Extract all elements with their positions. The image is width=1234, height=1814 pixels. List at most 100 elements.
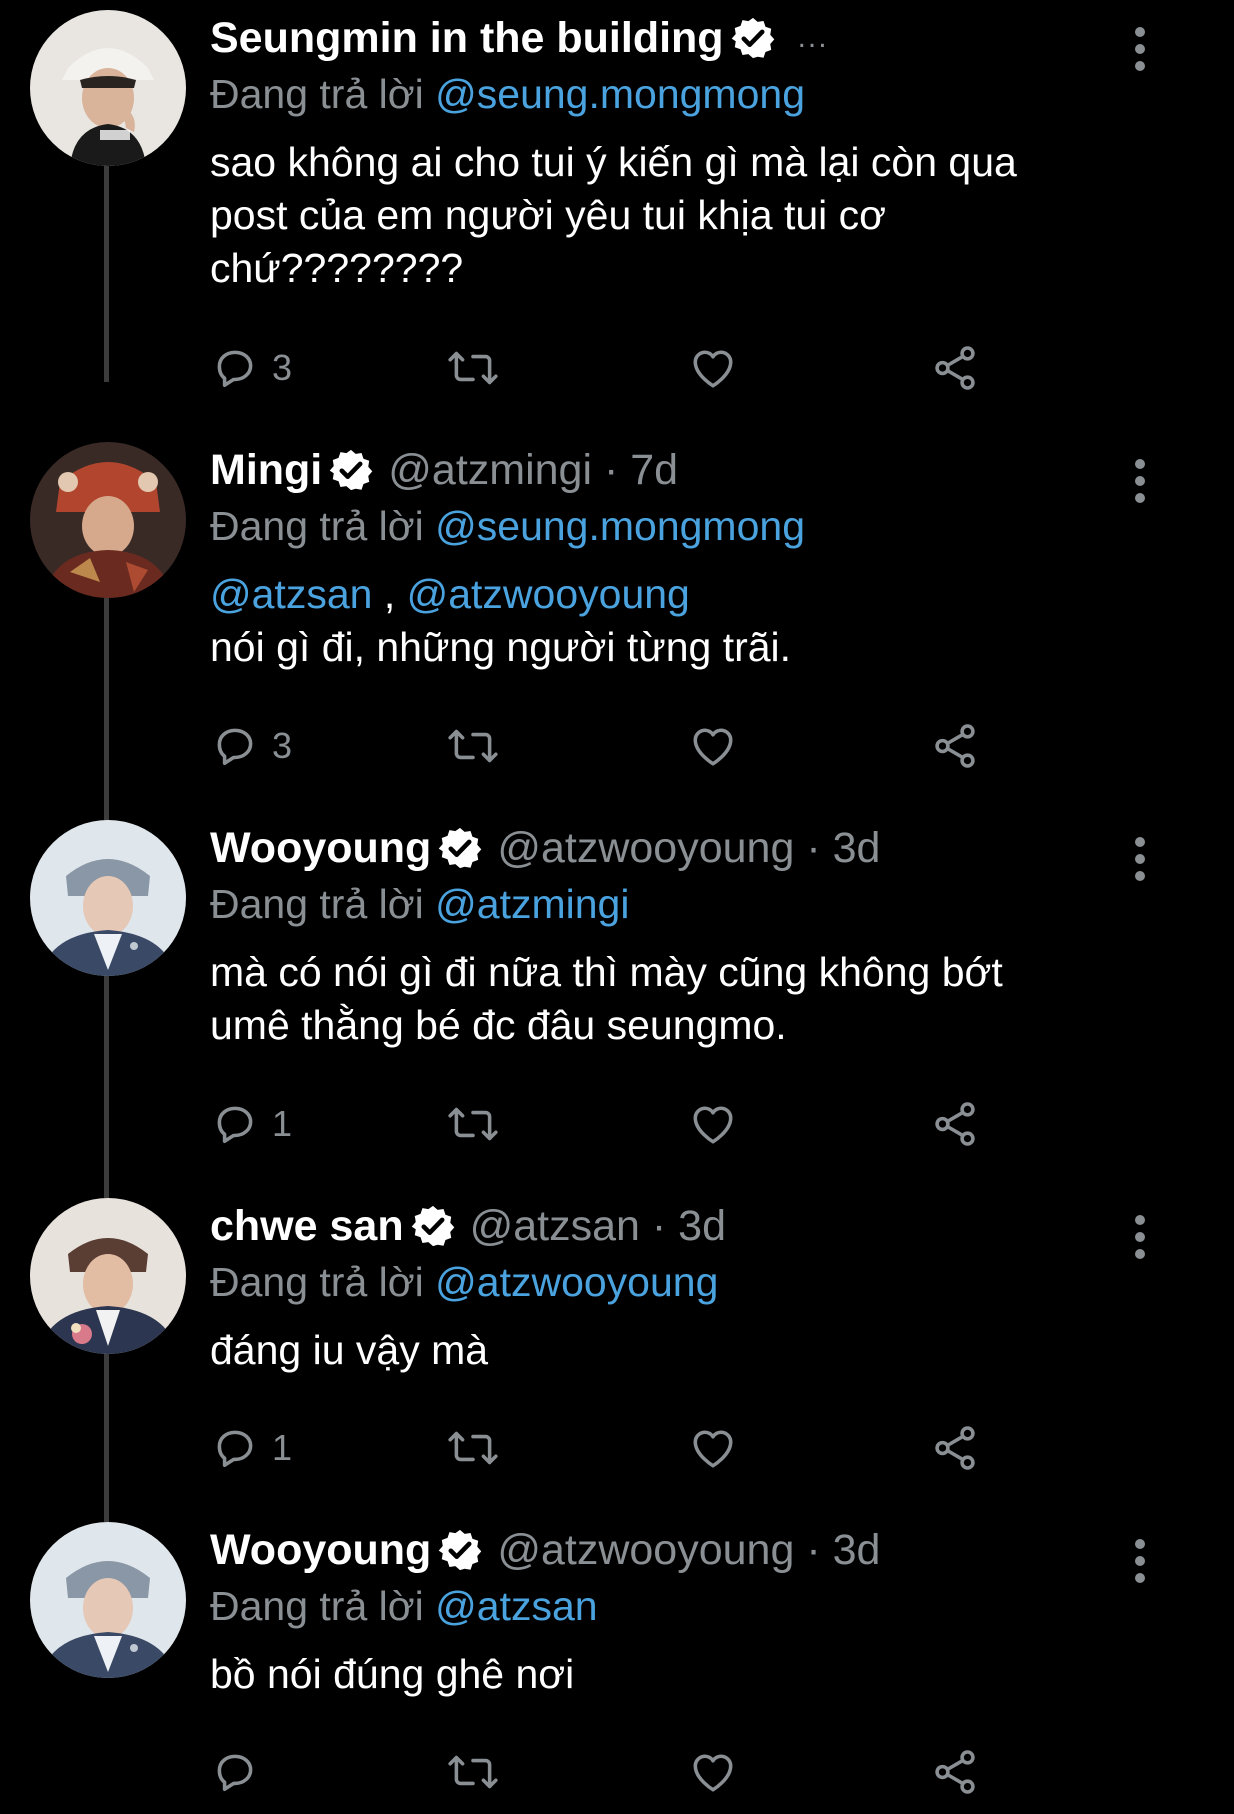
more-vertical-icon[interactable] [1126, 456, 1154, 506]
heart-icon [693, 728, 733, 766]
share-button[interactable] [930, 716, 980, 776]
handle[interactable]: @atzwooyoung [497, 824, 794, 873]
reply-prefix: Đang trả lời [210, 1583, 424, 1629]
reply-prefix: Đang trả lời [210, 1259, 424, 1305]
tweet[interactable]: Wooyoung @atzwooyoung · 3d Đang trả lời … [0, 1522, 1234, 1812]
reply-to-mention[interactable]: @seung.mongmong [435, 503, 805, 549]
like-button[interactable] [688, 716, 738, 776]
share-button[interactable] [930, 1418, 980, 1478]
retweet-button[interactable] [446, 1094, 500, 1154]
avatar[interactable] [30, 820, 186, 976]
tweet-body-line: umê thằng bé đc đâu seungmo. [210, 1002, 787, 1048]
retweet-button[interactable] [446, 716, 500, 776]
tweet-body: bồ nói đúng ghê nơi [210, 1648, 1130, 1701]
handle[interactable]: @atzwooyoung [497, 1526, 794, 1575]
tweet-actions [210, 1742, 1010, 1802]
reply-button[interactable]: 3 [210, 338, 292, 398]
tweet[interactable]: Wooyoung @atzwooyoung · 3d Đang trả lời … [0, 820, 1234, 1180]
like-button[interactable] [688, 1418, 738, 1478]
share-button[interactable] [930, 1094, 980, 1154]
timestamp: 3d [678, 1201, 726, 1250]
handle[interactable]: @atzsan [470, 1202, 640, 1251]
reply-to-mention[interactable]: @atzwooyoung [435, 1259, 718, 1305]
tweet-body-line: nói gì đi, những người từng trãi. [210, 624, 792, 670]
verified-badge-icon [731, 17, 774, 59]
verified-badge-icon [439, 827, 482, 869]
tweet-actions: 3 [210, 338, 1010, 398]
reply-to-mention[interactable]: @seung.mongmong [435, 71, 805, 117]
retweet-button[interactable] [446, 1742, 500, 1802]
like-button[interactable] [688, 338, 738, 398]
display-name[interactable]: Wooyoung [210, 824, 431, 873]
share-button[interactable] [930, 338, 980, 398]
reply-context: Đang trả lời @seung.mongmong [210, 66, 1130, 122]
display-name[interactable]: Seungmin in the building [210, 14, 724, 63]
heart-icon [693, 350, 733, 388]
reply-button[interactable]: 1 [210, 1094, 292, 1154]
tweet-body-line: đáng iu vậy mà [210, 1327, 489, 1373]
reply-bubble-icon [217, 1430, 253, 1468]
reply-count: 3 [272, 347, 293, 388]
retweet-button[interactable] [446, 1418, 500, 1478]
tweet-actions: 1 [210, 1094, 1010, 1154]
reply-bubble-icon [217, 1106, 253, 1144]
verified-badge-icon [329, 449, 373, 491]
more-vertical-icon[interactable] [1126, 24, 1154, 74]
share-icon [935, 724, 975, 768]
display-name[interactable]: chwe san [210, 1202, 404, 1251]
reply-count: 1 [272, 1103, 293, 1144]
share-icon [935, 346, 975, 390]
share-icon [935, 1750, 975, 1794]
tweet-actions: 3 [210, 716, 1010, 776]
avatar[interactable] [30, 10, 186, 166]
avatar[interactable] [30, 1522, 186, 1678]
reply-thread: Seungmin in the building ... Đang trả lờ… [0, 0, 1234, 1814]
reply-bubble-icon [217, 1754, 253, 1792]
retweet-icon [448, 729, 498, 763]
meta-separator: · [794, 1525, 833, 1574]
avatar[interactable] [30, 1198, 186, 1354]
more-vertical-icon[interactable] [1126, 1536, 1154, 1586]
more-vertical-icon[interactable] [1126, 1212, 1154, 1262]
reply-button[interactable]: 3 [210, 716, 292, 776]
tweet-body: nói gì đi, những người từng trãi. [210, 621, 1130, 674]
reply-context: Đang trả lời @atzmingi [210, 876, 1130, 932]
like-button[interactable] [688, 1094, 738, 1154]
reply-button[interactable]: 1 [210, 1418, 292, 1478]
reply-prefix: Đang trả lời [210, 71, 424, 117]
retweet-button[interactable] [446, 338, 500, 398]
retweet-icon [448, 1755, 498, 1789]
mention-link[interactable]: @atzsan [210, 571, 372, 617]
heart-icon [693, 1754, 733, 1792]
share-button[interactable] [930, 1742, 980, 1802]
reply-bubble-icon [217, 728, 253, 766]
reply-button[interactable] [210, 1742, 272, 1802]
reply-context: Đang trả lời @atzwooyoung [210, 1254, 1130, 1310]
tweet[interactable]: Seungmin in the building ... Đang trả lờ… [0, 10, 1234, 410]
reply-count: 3 [272, 725, 293, 766]
timestamp: 3d [832, 823, 881, 872]
verified-badge-icon [439, 1529, 482, 1571]
tweet-body: sao không ai cho tui ý kiến gì mà lại cò… [210, 136, 1130, 295]
tweet-body: mà có nói gì đi nữa thì mày cũng không b… [210, 946, 1130, 1052]
retweet-icon [448, 1431, 498, 1465]
mention-link[interactable]: @atzwooyoung [407, 571, 690, 617]
retweet-icon [448, 351, 498, 385]
avatar[interactable] [30, 442, 186, 598]
display-name[interactable]: Wooyoung [210, 1526, 431, 1575]
timestamp: 3d [832, 1525, 881, 1574]
retweet-icon [448, 1107, 498, 1141]
tweet-actions: 1 [210, 1418, 1010, 1478]
reply-to-mention[interactable]: @atzsan [435, 1583, 597, 1629]
tweet[interactable]: chwe san @atzsan · 3d Đang trả lời @atzw… [0, 1198, 1234, 1498]
like-button[interactable] [688, 1742, 738, 1802]
handle[interactable]: @atzmingi [388, 446, 592, 495]
meta-separator: · [592, 445, 631, 494]
display-name[interactable]: Mingi [210, 446, 322, 495]
tweet[interactable]: Mingi @atzmingi · 7d Đang trả lời @seung… [0, 442, 1234, 802]
more-vertical-icon[interactable] [1126, 834, 1154, 884]
tweet-mentions: @atzsan , @atzwooyoung [210, 568, 1130, 621]
tweet-body-line: sao không ai cho tui ý kiến gì mà lại cò… [210, 139, 1017, 185]
tweet-body-line: chứ???????? [210, 245, 464, 291]
reply-to-mention[interactable]: @atzmingi [435, 881, 629, 927]
